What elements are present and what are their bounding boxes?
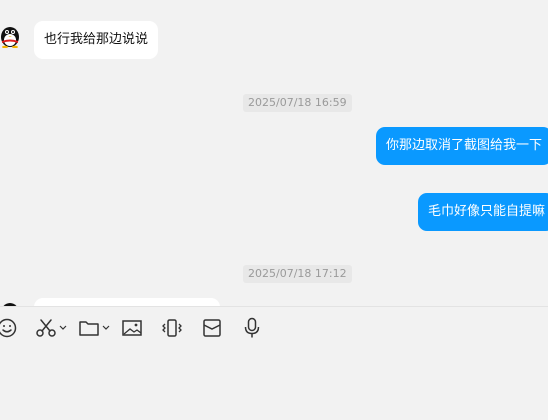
message-composer bbox=[0, 307, 548, 420]
file-button[interactable] bbox=[78, 315, 110, 341]
composer-toolbar bbox=[0, 315, 548, 341]
image-button[interactable] bbox=[121, 315, 143, 341]
emoji-button[interactable] bbox=[0, 315, 17, 341]
chat-message-area[interactable]: 也行我给那边说说 2025/07/18 16:59 你那边取消了截图给我一下 毛… bbox=[0, 0, 548, 306]
folder-icon bbox=[79, 321, 99, 336]
red-packet-icon bbox=[203, 319, 221, 337]
scissors-icon bbox=[36, 319, 56, 337]
chevron-down-icon[interactable] bbox=[102, 325, 110, 331]
red-packet-button[interactable] bbox=[202, 315, 222, 341]
image-icon bbox=[122, 320, 142, 336]
penguin-icon bbox=[1, 27, 19, 48]
window-shake-button[interactable] bbox=[161, 315, 183, 341]
message-timestamp: 2025/07/18 16:59 bbox=[243, 94, 352, 112]
message-input[interactable] bbox=[8, 349, 542, 415]
microphone-icon bbox=[244, 317, 260, 338]
screenshot-button[interactable] bbox=[35, 315, 67, 341]
message-timestamp: 2025/07/18 17:12 bbox=[243, 265, 352, 283]
incoming-message-bubble[interactable] bbox=[34, 298, 220, 306]
voice-button[interactable] bbox=[242, 315, 262, 341]
chevron-down-icon[interactable] bbox=[59, 325, 67, 331]
emoji-icon bbox=[0, 318, 17, 338]
outgoing-message-bubble[interactable]: 你那边取消了截图给我一下 bbox=[376, 127, 548, 165]
incoming-message-bubble[interactable]: 也行我给那边说说 bbox=[34, 21, 159, 59]
outgoing-message-bubble[interactable]: 毛巾好像只能自提嘛 bbox=[418, 193, 548, 231]
vibrate-icon bbox=[162, 319, 182, 337]
contact-avatar[interactable] bbox=[0, 24, 22, 48]
